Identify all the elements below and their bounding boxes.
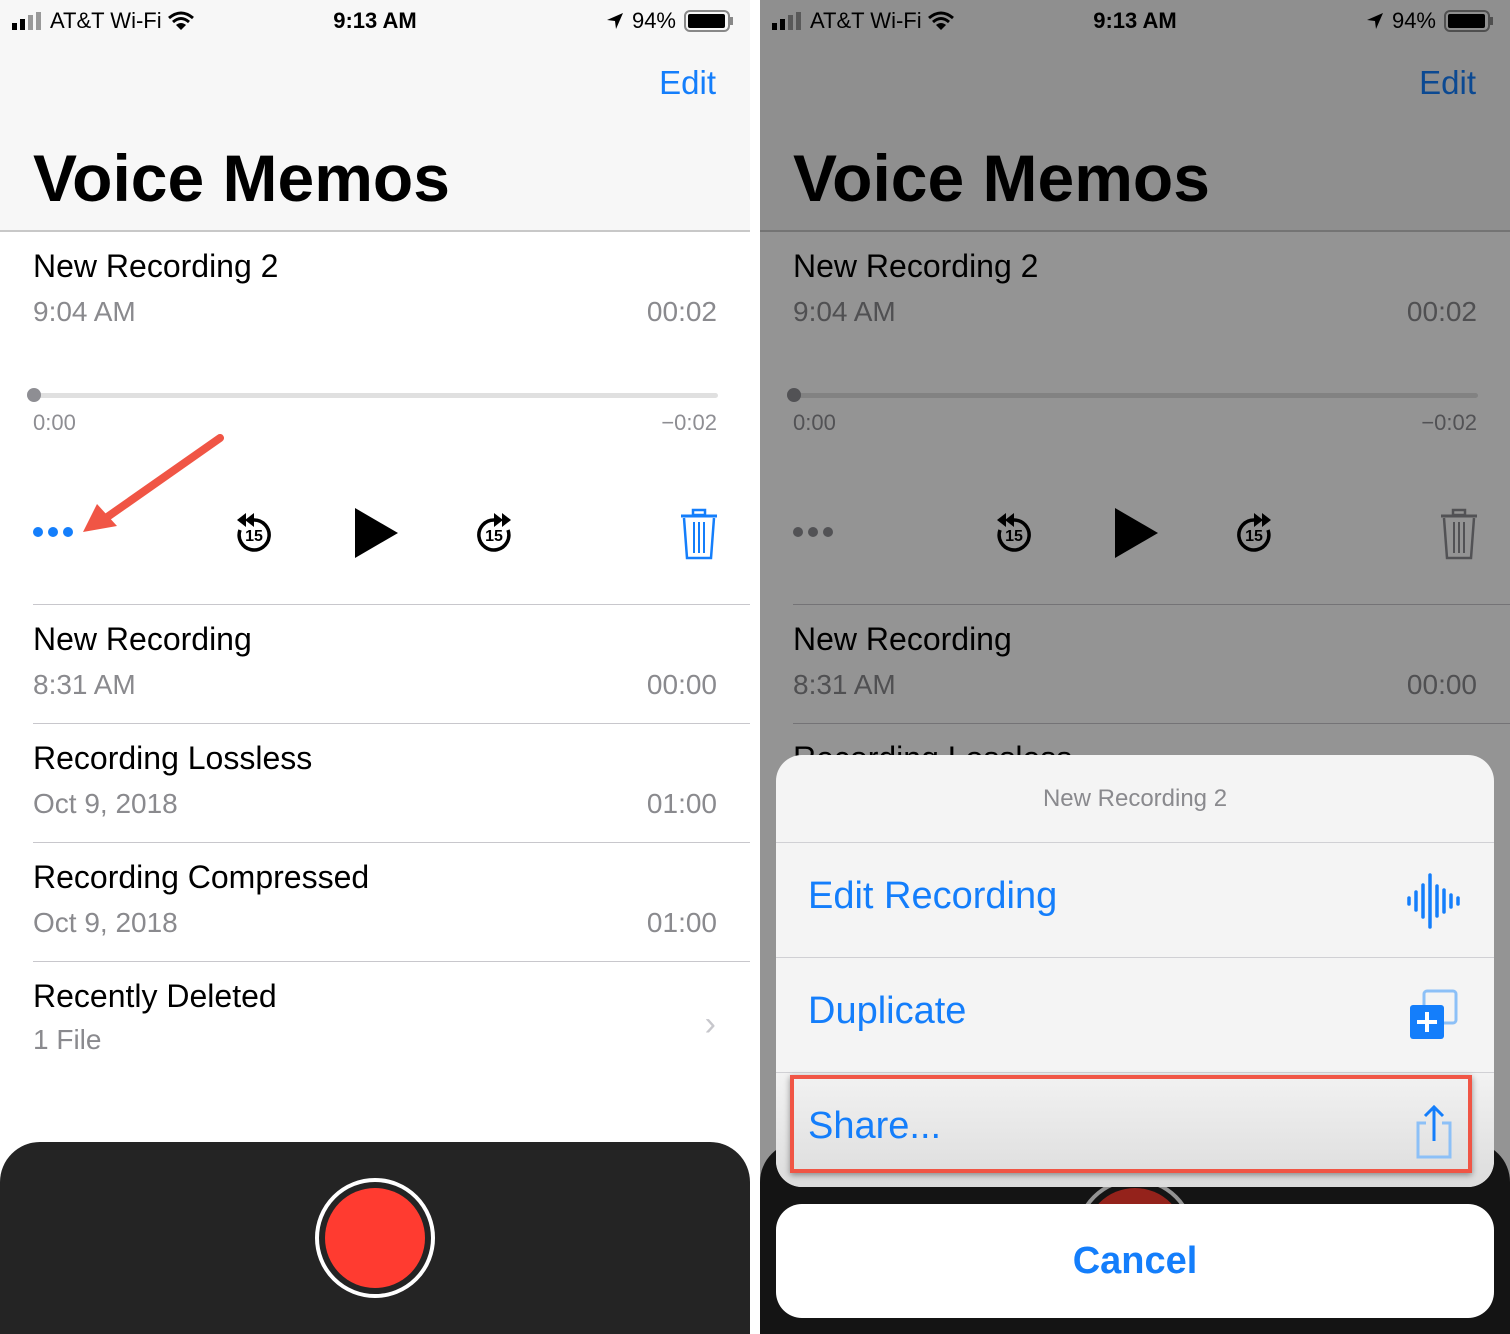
dot bbox=[808, 527, 818, 537]
edit-button: Edit bbox=[1419, 64, 1476, 101]
action-label: Edit Recording bbox=[808, 875, 1058, 917]
svg-text:15: 15 bbox=[1245, 528, 1263, 545]
recording-row[interactable]: Recording Lossless Oct 9, 2018 01:00 bbox=[33, 740, 717, 840]
page-title: Voice Memos bbox=[793, 141, 1210, 215]
divider bbox=[33, 961, 750, 962]
page-title: Voice Memos bbox=[33, 141, 450, 215]
duplicate-action[interactable]: Duplicate bbox=[776, 958, 1494, 1073]
voice-memos-action-sheet-screen: AT&T Wi-Fi 9:13 AM 94% Edit Voice Memos … bbox=[760, 0, 1510, 1334]
status-bar: AT&T Wi-Fi 9:13 AM 94% bbox=[760, 0, 1510, 42]
recording-date: 9:04 AM bbox=[793, 296, 896, 327]
duplicate-icon bbox=[1410, 989, 1458, 1039]
dot bbox=[48, 527, 58, 537]
trash-icon[interactable] bbox=[680, 508, 718, 560]
remaining-time: −0:02 bbox=[661, 410, 717, 435]
recording-duration: 00:00 bbox=[646, 669, 717, 700]
recording-name: New Recording bbox=[33, 621, 252, 657]
recording-name: New Recording 2 bbox=[33, 248, 279, 284]
recording-date: Oct 9, 2018 bbox=[33, 788, 178, 819]
scrubber-knob[interactable] bbox=[27, 388, 41, 402]
elapsed-time: 0:00 bbox=[33, 410, 76, 435]
skip-back-15-icon[interactable]: 15 bbox=[232, 508, 276, 558]
deleted-count: 1 File bbox=[33, 1024, 102, 1055]
waveform-icon bbox=[1407, 873, 1460, 929]
recording-duration: 00:02 bbox=[646, 296, 717, 327]
cancel-button[interactable]: Cancel bbox=[776, 1204, 1494, 1318]
svg-text:15: 15 bbox=[1005, 528, 1023, 545]
play-button[interactable] bbox=[354, 508, 400, 558]
action-label: Share... bbox=[808, 1105, 942, 1147]
more-options-button[interactable] bbox=[33, 527, 73, 537]
recording-name: Recording Compressed bbox=[33, 859, 370, 895]
recording-duration: 01:00 bbox=[646, 788, 717, 819]
share-icon bbox=[1416, 1104, 1452, 1159]
skip-forward-15-icon[interactable]: 15 bbox=[472, 508, 516, 558]
recording-row[interactable]: Recording Compressed Oct 9, 2018 01:00 bbox=[33, 859, 717, 959]
recording-date: Oct 9, 2018 bbox=[33, 907, 178, 938]
chevron-right-icon: › bbox=[704, 1005, 716, 1043]
battery-icon bbox=[684, 10, 733, 32]
divider bbox=[793, 723, 1510, 724]
expanded-recording[interactable]: New Recording 2 9:04 AM 00:02 bbox=[33, 248, 717, 348]
dot bbox=[63, 527, 73, 537]
recording-row[interactable]: New Recording 8:31 AM 00:00 bbox=[33, 621, 717, 721]
location-arrow-icon bbox=[606, 13, 623, 29]
dot bbox=[823, 527, 833, 537]
elapsed-time: 0:00 bbox=[793, 410, 836, 435]
record-button[interactable] bbox=[315, 1178, 435, 1298]
recording-date: 8:31 AM bbox=[793, 669, 896, 700]
divider-gap bbox=[750, 0, 760, 1334]
battery-percent: 94% bbox=[1391, 8, 1436, 33]
annotation-arrow bbox=[83, 434, 224, 532]
voice-memos-screen: AT&T Wi-Fi 9:13 AM 94% Edit Voice Memos … bbox=[0, 0, 750, 1334]
share-action[interactable]: Share... bbox=[776, 1073, 1494, 1187]
recording-name: New Recording 2 bbox=[793, 248, 1039, 284]
remaining-time: −0:02 bbox=[1421, 410, 1477, 435]
svg-text:15: 15 bbox=[245, 528, 263, 545]
recording-name: Recording Lossless bbox=[33, 740, 313, 776]
svg-text:15: 15 bbox=[485, 528, 503, 545]
recently-deleted-row[interactable]: Recently Deleted 1 File bbox=[33, 978, 717, 1078]
divider bbox=[33, 723, 750, 724]
playback-scrubber bbox=[787, 388, 1478, 402]
battery-percent: 94% bbox=[631, 8, 676, 33]
record-icon bbox=[325, 1188, 425, 1288]
dot bbox=[793, 527, 803, 537]
edit-button[interactable]: Edit bbox=[659, 64, 716, 102]
play-button bbox=[1115, 508, 1158, 558]
recording-row: New Recording 8:31 AM 00:00 bbox=[793, 621, 1477, 721]
edit-recording-action[interactable]: Edit Recording bbox=[776, 843, 1494, 958]
scrubber-knob bbox=[787, 388, 801, 402]
location-arrow-icon bbox=[1366, 13, 1383, 29]
divider bbox=[33, 842, 750, 843]
battery-icon bbox=[1444, 10, 1493, 32]
action-sheet-title: New Recording 2 bbox=[776, 755, 1494, 843]
divider bbox=[793, 604, 1510, 605]
trash-icon bbox=[1441, 508, 1477, 560]
recording-duration: 00:00 bbox=[1406, 669, 1477, 700]
status-bar: AT&T Wi-Fi 9:13 AM 94% bbox=[0, 0, 750, 42]
recording-duration: 00:02 bbox=[1406, 296, 1477, 327]
recently-deleted-label: Recently Deleted bbox=[33, 978, 277, 1014]
action-label: Duplicate bbox=[808, 990, 967, 1032]
more-options-button bbox=[793, 527, 833, 537]
skip-back-15-icon: 15 bbox=[997, 513, 1031, 552]
recording-date: 8:31 AM bbox=[33, 669, 136, 700]
action-sheet: New Recording 2 Edit Recording Duplicate… bbox=[776, 755, 1494, 1187]
recording-name: New Recording bbox=[793, 621, 1012, 657]
playback-scrubber[interactable] bbox=[27, 388, 718, 402]
recording-duration: 01:00 bbox=[646, 907, 717, 938]
skip-forward-15-icon: 15 bbox=[1237, 513, 1271, 552]
dot bbox=[33, 527, 43, 537]
expanded-recording: New Recording 2 9:04 AM 00:02 bbox=[793, 248, 1477, 348]
divider bbox=[33, 604, 750, 605]
recording-date: 9:04 AM bbox=[33, 296, 136, 327]
